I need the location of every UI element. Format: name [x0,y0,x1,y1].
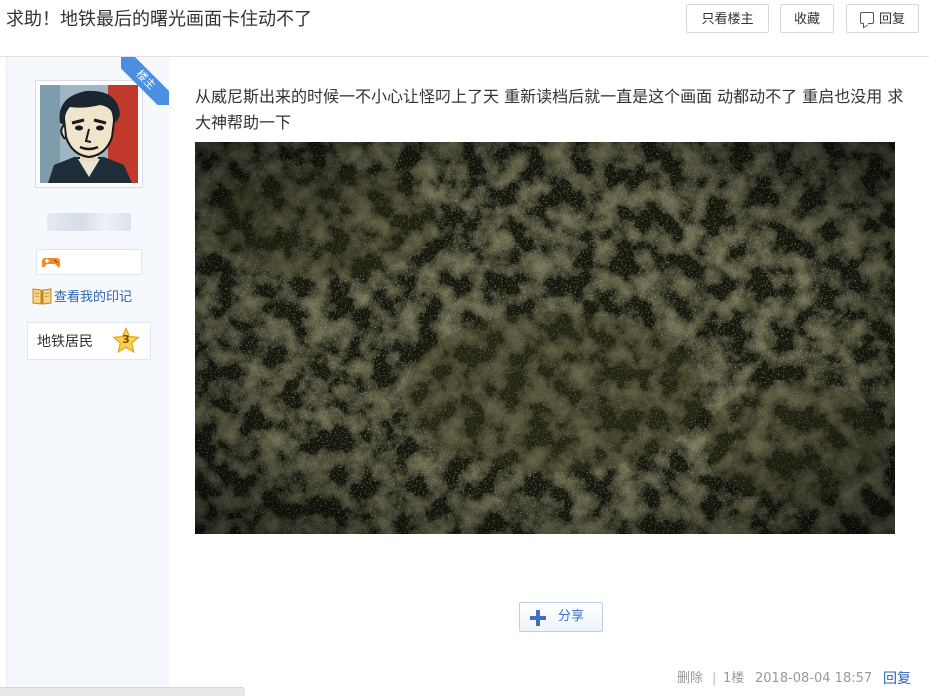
author-sidebar: 查看我的印记 地铁居民 3 [6,57,170,695]
level-number: 3 [122,333,130,346]
post-reply-link[interactable]: 回复 [883,670,911,688]
footer-separator: | [712,671,717,686]
post-timestamp: 2018-08-04 18:57 [755,671,873,686]
game-controller-icon[interactable] [41,255,61,269]
share-button[interactable]: 分享 [519,602,603,632]
level-badge[interactable]: 地铁居民 3 [27,322,151,360]
book-icon [32,288,52,305]
comment-icon [859,12,874,24]
reply-button-label: 回复 [878,12,905,27]
post-image[interactable] [195,142,895,534]
thread-title: 求助！地铁最后的曙光画面卡住动不了 [6,9,312,30]
username[interactable] [47,213,131,231]
favorite-button[interactable]: 收藏 [780,4,834,33]
floor-number: 1楼 [723,671,745,686]
post-content: 从威尼斯出来的时候一不小心让怪叼上了天 重新读档后就一直是这个画面 动都动不了 … [195,87,904,132]
delete-link[interactable]: 删除 [677,670,703,688]
view-imprint-link[interactable]: 查看我的印记 [32,286,132,309]
medal-box [36,249,142,275]
imprint-link-label: 查看我的印记 [54,290,133,305]
only-op-button[interactable]: 只看楼主 [686,4,769,33]
plus-icon [530,610,546,626]
moss-screenshot [195,142,895,534]
share-button-label: 分享 [558,609,585,624]
reply-button[interactable]: 回复 [846,4,919,33]
op-badge: 楼主 [121,57,169,105]
thread-header: 求助！地铁最后的曙光画面卡住动不了 只看楼主 收藏 回复 [0,0,929,57]
op-badge-label: 楼主 [121,57,169,105]
level-title: 地铁居民 [37,334,93,350]
